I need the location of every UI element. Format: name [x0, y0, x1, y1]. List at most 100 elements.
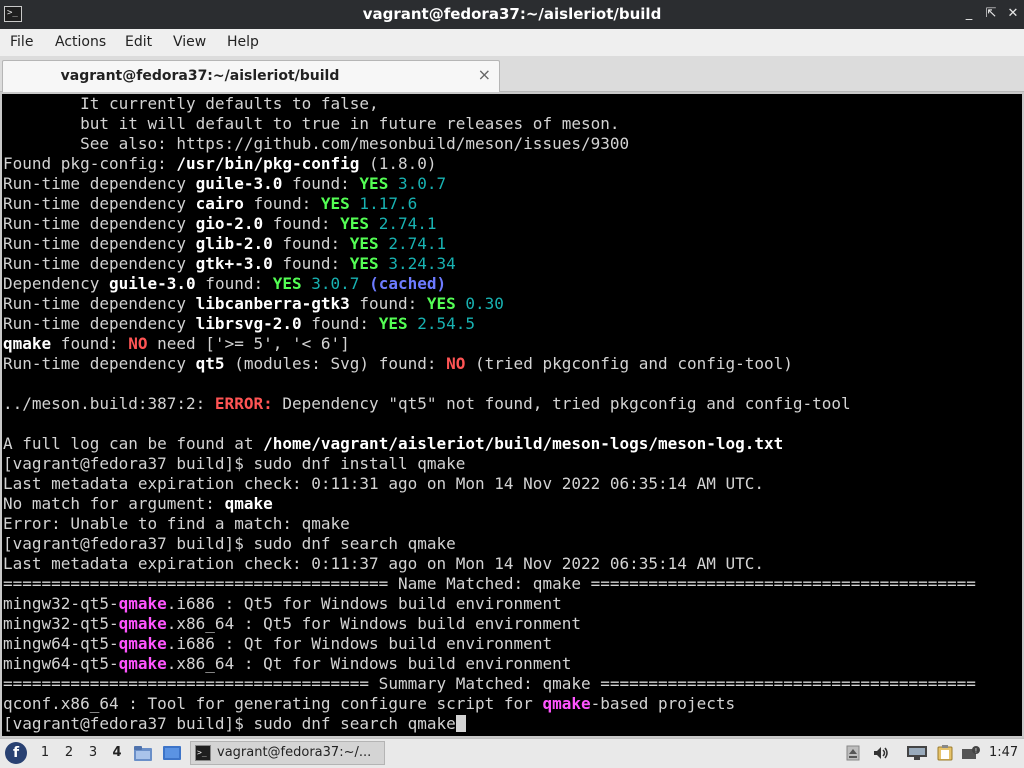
terminal-text: YES — [349, 234, 379, 253]
terminal-area[interactable]: It currently defaults to false, but it w… — [0, 92, 1024, 738]
show-desktop-icon[interactable] — [162, 744, 182, 762]
terminal-line: but it will default to true in future re… — [3, 114, 1022, 134]
terminal-line: Dependency guile-3.0 found: YES 3.0.7 (c… — [3, 274, 1022, 294]
menu-help[interactable]: Help — [225, 29, 261, 56]
terminal-line: Run-time dependency qt5 (modules: Svg) f… — [3, 354, 1022, 374]
svg-text:!: ! — [975, 748, 977, 755]
close-button[interactable]: ✕ — [1004, 5, 1022, 23]
terminal-text: .i686 : Qt5 for Windows build environmen… — [166, 594, 562, 613]
terminal-line: mingw64-qt5-qmake.i686 : Qt for Windows … — [3, 634, 1022, 654]
terminal-text: 3.24.34 — [378, 254, 456, 273]
menu-actions[interactable]: Actions — [53, 29, 108, 56]
terminal-text: mingw64-qt5- — [3, 654, 119, 673]
terminal-text: Found pkg-config: — [3, 154, 177, 173]
window-title: vagrant@fedora37:~/aisleriot/build — [362, 5, 662, 23]
terminal-line: Run-time dependency librsvg-2.0 found: Y… — [3, 314, 1022, 334]
terminal-text: ERROR: — [214, 394, 273, 413]
menu-file[interactable]: File — [8, 29, 35, 56]
terminal-text: YES — [426, 294, 456, 313]
workspace-4[interactable]: 4 — [108, 742, 126, 764]
terminal-text: YES — [359, 174, 389, 193]
terminal-text: qmake — [118, 614, 167, 633]
terminal-text: NO — [128, 334, 148, 353]
workspace-1[interactable]: 1 — [36, 742, 54, 764]
workspace-2[interactable]: 2 — [60, 742, 78, 764]
terminal-text: found: — [195, 274, 273, 293]
network-icon[interactable] — [906, 745, 928, 761]
terminal-text: YES — [320, 194, 350, 213]
terminal-text: mingw32-qt5- — [3, 614, 119, 633]
terminal-text: ====================================== S… — [3, 674, 976, 693]
terminal-line: A full log can be found at /home/vagrant… — [3, 434, 1022, 454]
terminal-text: found: — [263, 214, 341, 233]
task-label: vagrant@fedora37:~/... — [217, 745, 372, 760]
terminal-text: See also: https://github.com/mesonbuild/… — [3, 134, 630, 153]
terminal-line: Run-time dependency guile-3.0 found: YES… — [3, 174, 1022, 194]
terminal-text: Last metadata expiration check: 0:11:37 … — [3, 554, 764, 573]
workspace-3[interactable]: 3 — [84, 742, 102, 764]
terminal-text: Run-time dependency — [3, 174, 196, 193]
tab-terminal[interactable]: vagrant@fedora37:~/aisleriot/build × — [2, 60, 500, 92]
terminal-text: [vagrant@fedora37 build]$ sudo dnf insta… — [3, 454, 466, 473]
minimize-button[interactable]: _ — [960, 5, 978, 23]
terminal-text: [vagrant@fedora37 build]$ sudo dnf searc… — [3, 534, 456, 553]
terminal-text: gio-2.0 — [195, 214, 264, 233]
terminal-line: Found pkg-config: /usr/bin/pkg-config (1… — [3, 154, 1022, 174]
terminal-text: (modules: Svg) found: — [224, 354, 447, 373]
terminal-text: YES — [340, 214, 370, 233]
terminal-text: qmake — [118, 654, 167, 673]
eject-icon[interactable] — [846, 745, 860, 761]
terminal-line: qconf.x86_64 : Tool for generating confi… — [3, 694, 1022, 714]
terminal-text: found: — [272, 234, 350, 253]
tab-close-icon[interactable]: × — [478, 61, 491, 89]
terminal-text: Run-time dependency — [3, 254, 196, 273]
terminal-text: /home/vagrant/aisleriot/build/meson-logs… — [263, 434, 784, 453]
terminal-text: Error: Unable to find a match: qmake — [3, 514, 350, 533]
terminal-icon: >_ — [195, 745, 211, 761]
terminal-text: guile-3.0 — [108, 274, 196, 293]
file-manager-icon[interactable] — [133, 744, 153, 762]
clock: 1:47 — [989, 745, 1019, 760]
menu-edit[interactable]: Edit — [123, 29, 154, 56]
terminal-text: /usr/bin/pkg-config — [176, 154, 360, 173]
terminal-text: 2.74.1 — [378, 234, 447, 253]
terminal-text: 2.74.1 — [369, 214, 437, 233]
notification-icon[interactable]: ! — [961, 745, 981, 761]
terminal-text: Run-time dependency — [3, 214, 196, 233]
volume-icon[interactable] — [872, 745, 890, 761]
terminal-text: found: — [282, 174, 360, 193]
clipboard-icon[interactable] — [936, 745, 954, 761]
terminal-line: ========================================… — [3, 574, 1022, 594]
terminal-text: qt5 — [195, 354, 225, 373]
terminal-text: 3.0.7 — [388, 174, 447, 193]
maximize-button[interactable]: ⇱ — [982, 5, 1000, 23]
terminal-cursor — [455, 715, 466, 732]
menu-bar: File Actions Edit View Help — [0, 29, 1024, 56]
terminal-text: ../meson.build:387:2: — [3, 394, 215, 413]
terminal-text: (1.8.0) — [359, 154, 437, 173]
terminal-output: It currently defaults to false, but it w… — [3, 94, 1022, 734]
terminal-text: found: — [272, 254, 350, 273]
taskbar-task-terminal[interactable]: >_ vagrant@fedora37:~/... — [190, 741, 385, 765]
terminal-text: It currently defaults to false, — [3, 94, 379, 113]
terminal-line: Last metadata expiration check: 0:11:31 … — [3, 474, 1022, 494]
terminal-line: See also: https://github.com/mesonbuild/… — [3, 134, 1022, 154]
terminal-text: Run-time dependency — [3, 294, 196, 313]
terminal-text: A full log can be found at — [3, 434, 264, 453]
terminal-text: -based projects — [590, 694, 736, 713]
terminal-line: ../meson.build:387:2: ERROR: Dependency … — [3, 394, 1022, 414]
terminal-line: Run-time dependency cairo found: YES 1.1… — [3, 194, 1022, 214]
fedora-start-icon[interactable]: f — [5, 742, 27, 764]
menu-view[interactable]: View — [171, 29, 208, 56]
terminal-text: YES — [349, 254, 379, 273]
terminal-text: YES — [378, 314, 408, 333]
terminal-text: qmake — [224, 494, 273, 513]
window-titlebar[interactable]: >_ vagrant@fedora37:~/aisleriot/build _ … — [0, 0, 1024, 29]
terminal-text: Run-time dependency — [3, 314, 196, 333]
terminal-text: libcanberra-gtk3 — [195, 294, 350, 313]
terminal-text: found: — [51, 334, 129, 353]
tab-bar: vagrant@fedora37:~/aisleriot/build × — [0, 56, 1024, 92]
terminal-line: [vagrant@fedora37 build]$ sudo dnf searc… — [3, 534, 1022, 554]
terminal-line: No match for argument: qmake — [3, 494, 1022, 514]
